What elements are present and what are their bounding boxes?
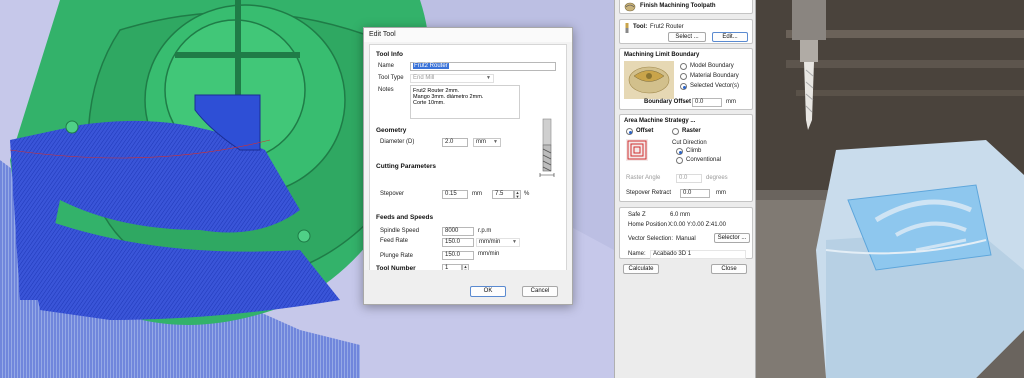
- stepover-retract-label: Stepover Retract: [626, 190, 672, 196]
- diameter-unit-select[interactable]: mm ▼: [473, 138, 501, 147]
- name-label: Name: [378, 63, 395, 69]
- raster-angle-input[interactable]: 0.0: [676, 174, 702, 183]
- selector-button[interactable]: Selector ...: [714, 233, 750, 243]
- select-tool-button[interactable]: Select ...: [668, 32, 706, 42]
- boundary-offset-input[interactable]: 0.0: [692, 98, 722, 107]
- dialog-footer: OK Cancel: [364, 270, 572, 304]
- material-boundary-radio[interactable]: [680, 73, 687, 80]
- cutting-parameters-heading: Cutting Parameters: [376, 163, 436, 170]
- notes-label: Notes: [378, 87, 394, 93]
- climb-radio[interactable]: [676, 148, 683, 155]
- tool-type-value: End Mill: [413, 75, 435, 81]
- offset-strategy-radio[interactable]: [626, 128, 633, 135]
- feed-rate-label: Feed Rate: [380, 238, 409, 244]
- climb-label: Climb: [686, 148, 702, 154]
- diameter-unit-value: mm: [476, 139, 486, 145]
- vector-selection-value: Manual: [676, 236, 696, 242]
- chevron-down-icon: ▼: [486, 75, 491, 81]
- chevron-down-icon: ▼: [512, 239, 517, 245]
- raster-strategy-radio[interactable]: [672, 128, 679, 135]
- geometry-heading: Geometry: [376, 127, 407, 134]
- toolpath-name-label: Name:: [628, 251, 646, 257]
- tool-name-value: Frut2 Router: [413, 63, 449, 69]
- spindle-speed-label: Spindle Speed: [380, 228, 420, 234]
- stepover-mm-unit: mm: [472, 191, 482, 197]
- cut-direction-label: Cut Direction: [672, 140, 707, 146]
- notes-textarea[interactable]: Frut2 Router 2mm. Mango 3mm. diámetro 2m…: [410, 85, 520, 119]
- feed-rate-input[interactable]: 150.0: [442, 238, 474, 247]
- safe-z-value: 6.0 mm: [670, 212, 691, 218]
- stepover-retract-input[interactable]: 0.0: [680, 189, 710, 198]
- material-boundary-label: Material Boundary: [690, 73, 739, 79]
- offset-strategy-label: Offset: [636, 128, 654, 134]
- finish-machining-panel: Finish Machining Toolpath Tool: Frut2 Ro…: [614, 0, 756, 378]
- close-button[interactable]: Close: [711, 264, 747, 274]
- edit-tool-dialog: Edit Tool Tool Info Name Frut2 Router To…: [363, 27, 573, 305]
- edit-tool-button[interactable]: Edit...: [712, 32, 748, 42]
- vector-selection-label: Vector Selection:: [628, 236, 674, 242]
- conventional-label: Conventional: [686, 157, 722, 163]
- boundary-section: Machining Limit Boundary Model Boundary …: [619, 48, 753, 110]
- settings-section: Safe Z 6.0 mm Home Position X:0.00 Y:0.0…: [619, 207, 753, 259]
- toolpath-name-input[interactable]: Acabado 3D 1: [650, 250, 746, 259]
- dialog-title: Edit Tool: [364, 28, 572, 42]
- boundary-preview-icon: [624, 61, 674, 99]
- raster-strategy-label: Raster: [682, 128, 701, 134]
- home-position-label: Home Position: [628, 222, 668, 228]
- chevron-down-icon: ▼: [493, 139, 498, 145]
- feed-rate-unit-value: mm/min: [479, 239, 501, 245]
- safe-z-label: Safe Z: [628, 212, 646, 218]
- panel-title: Finish Machining Toolpath: [640, 3, 716, 9]
- notes-line-3: Corte 10mm.: [413, 100, 445, 106]
- tool-section: Tool: Frut2 Router Select ... Edit...: [619, 19, 753, 44]
- feed-rate-unit-select[interactable]: mm/min ▼: [476, 238, 520, 247]
- calculate-button[interactable]: Calculate: [623, 264, 659, 274]
- cnc-photo-image: [756, 0, 1024, 378]
- boundary-offset-unit: mm: [726, 99, 736, 105]
- stepover-retract-unit: mm: [716, 190, 726, 196]
- offset-pattern-icon: [626, 139, 648, 161]
- tool-label: Tool:: [633, 24, 648, 30]
- model-boundary-label: Model Boundary: [690, 63, 734, 69]
- plunge-rate-input[interactable]: 150.0: [442, 251, 474, 260]
- tool-name: Frut2 Router: [650, 24, 684, 30]
- selected-vectors-radio[interactable]: [680, 83, 687, 90]
- stepover-percent-unit: %: [524, 191, 530, 197]
- tool-type-select[interactable]: End Mill ▼: [410, 74, 494, 83]
- boundary-offset-label: Boundary Offset: [644, 99, 692, 105]
- spindle-speed-unit: r.p.m: [478, 228, 492, 234]
- raster-angle-label: Raster Angle: [626, 175, 661, 181]
- stepover-percent-input[interactable]: 7.5: [492, 190, 514, 199]
- 3d-toolpath-view[interactable]: Edit Tool Tool Info Name Frut2 Router To…: [0, 0, 614, 378]
- selected-vectors-label: Selected Vector(s): [690, 83, 740, 89]
- boundary-heading: Machining Limit Boundary: [624, 52, 700, 58]
- plunge-rate-unit: mm/min: [478, 251, 500, 257]
- toolpath-icon: [624, 2, 636, 12]
- spindle-speed-input[interactable]: 8000: [442, 227, 474, 236]
- tool-name-input[interactable]: Frut2 Router: [410, 62, 556, 71]
- feeds-speeds-heading: Feeds and Speeds: [376, 214, 434, 221]
- dialog-body: Tool Info Name Frut2 Router Tool Type En…: [369, 44, 567, 273]
- diameter-label: Diameter (D): [380, 139, 415, 145]
- machined-part-photo: [756, 0, 1024, 378]
- strategy-heading: Area Machine Strategy ...: [624, 118, 696, 124]
- ok-button[interactable]: OK: [470, 286, 506, 297]
- strategy-section: Area Machine Strategy ... Offset Raster …: [619, 114, 753, 202]
- diameter-input[interactable]: 2.0: [442, 138, 468, 147]
- panel-header: Finish Machining Toolpath: [619, 0, 753, 14]
- end-mill-diagram-icon: [539, 118, 555, 177]
- home-position-value: X:0.00 Y:0.00 Z:41.00: [668, 222, 726, 228]
- tool-icon: [625, 23, 629, 33]
- tool-type-label: Tool Type: [378, 75, 404, 81]
- stepover-mm-input[interactable]: 0.15: [442, 190, 468, 199]
- model-boundary-radio[interactable]: [680, 63, 687, 70]
- raster-angle-unit: degrees: [706, 175, 728, 181]
- cancel-button[interactable]: Cancel: [522, 286, 558, 297]
- conventional-radio[interactable]: [676, 157, 683, 164]
- tool-info-heading: Tool Info: [376, 51, 403, 58]
- stepover-spinner[interactable]: ▲ ▼: [514, 190, 521, 199]
- plunge-rate-label: Plunge Rate: [380, 253, 414, 259]
- stepover-label: Stepover: [380, 191, 405, 197]
